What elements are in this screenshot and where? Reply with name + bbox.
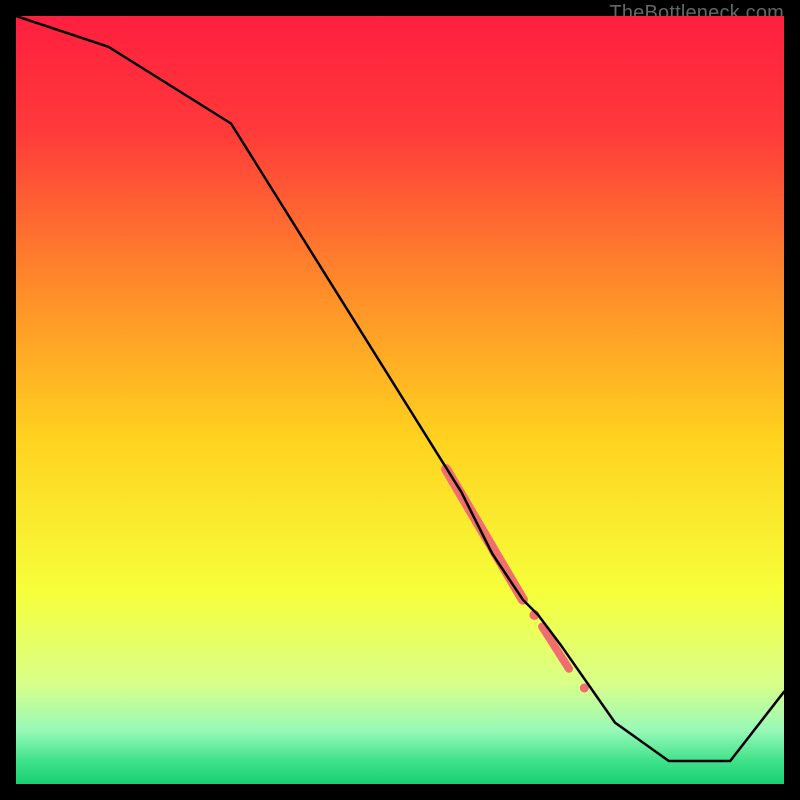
chart-frame: TheBottleneck.com (16, 16, 784, 784)
chart-svg (16, 16, 784, 784)
background-gradient (16, 16, 784, 784)
